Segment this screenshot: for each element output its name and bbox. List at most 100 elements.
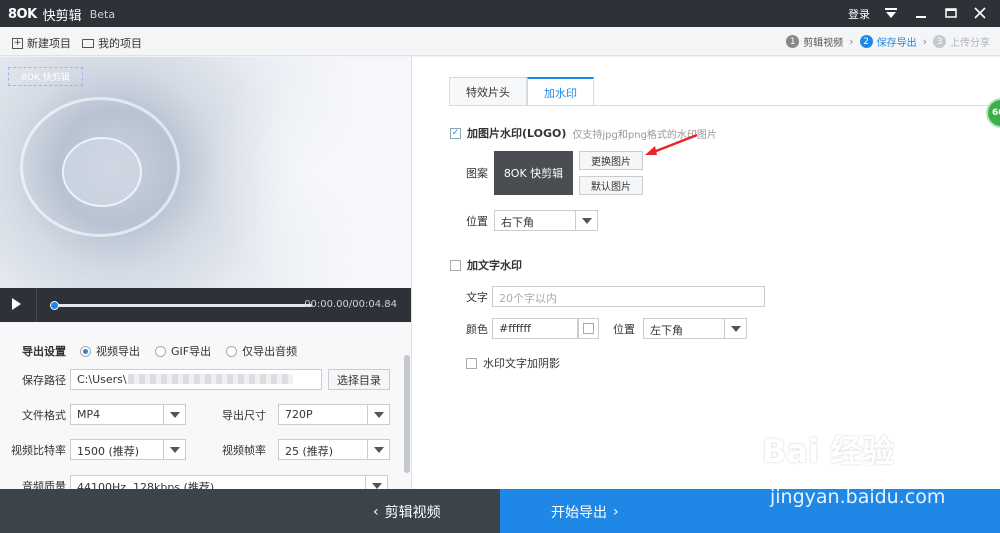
fps-select[interactable]: 25 (推荐) bbox=[278, 439, 390, 460]
export-size-label: 导出尺寸 bbox=[222, 408, 266, 422]
plus-icon: + bbox=[12, 37, 23, 49]
step-share: 3 上传分享 bbox=[933, 34, 990, 49]
login-link[interactable]: 登录 bbox=[848, 6, 870, 22]
tab-watermark[interactable]: 加水印 bbox=[527, 77, 594, 106]
select-value: 25 (推荐) bbox=[285, 445, 334, 458]
file-format-label: 文件格式 bbox=[22, 408, 66, 422]
my-projects-label: 我的项目 bbox=[98, 37, 142, 50]
annotation-arrow-icon bbox=[645, 133, 698, 155]
color-label: 颜色 bbox=[466, 322, 488, 336]
radio-gif-export[interactable]: GIF导出 bbox=[155, 343, 211, 359]
save-path-label: 保存路径 bbox=[22, 373, 66, 387]
image-watermark-checkbox[interactable]: ✓ bbox=[450, 127, 461, 139]
choose-directory-button[interactable]: 选择目录 bbox=[328, 369, 390, 390]
radio-audio-only[interactable]: 仅导出音频 bbox=[226, 343, 297, 359]
tab-divider bbox=[449, 105, 1000, 106]
edit-video-button[interactable]: ‹ 剪辑视频 bbox=[0, 489, 500, 533]
audio-quality-select[interactable]: 44100Hz, 128kbps (推荐) bbox=[70, 475, 388, 489]
baidu-watermark-url: jingyan.baidu.com bbox=[770, 486, 946, 508]
step-export[interactable]: 2 保存导出 bbox=[859, 34, 917, 49]
my-projects-button[interactable]: 我的项目 bbox=[82, 35, 142, 51]
select-value: 右下角 bbox=[501, 216, 534, 229]
chevron-left-icon: ‹ bbox=[373, 504, 379, 520]
maximize-icon[interactable] bbox=[940, 4, 962, 22]
app-beta-label: Beta bbox=[89, 8, 116, 21]
export-size-select[interactable]: 720P bbox=[278, 404, 390, 425]
chevron-down-icon bbox=[367, 405, 389, 424]
close-icon[interactable] bbox=[969, 4, 991, 22]
text-position-select[interactable]: 左下角 bbox=[643, 318, 747, 339]
radio-label: GIF导出 bbox=[171, 345, 212, 358]
title-bar: 8OK 快剪辑 Beta 登录 bbox=[0, 0, 1000, 27]
step-indicator: 1 剪辑视频 › 2 保存导出 › 3 上传分享 bbox=[786, 34, 990, 49]
step-number: 3 bbox=[933, 35, 946, 48]
chevron-down-icon bbox=[724, 319, 746, 338]
chevron-down-icon bbox=[163, 405, 185, 424]
settings-scrollbar[interactable] bbox=[404, 355, 410, 473]
toolbar: + 新建项目 我的项目 1 剪辑视频 › 2 保存导出 › 3 上传分享 bbox=[0, 27, 1000, 56]
logo-preview-image: 8OK 快剪辑 bbox=[494, 151, 573, 195]
image-position-select[interactable]: 右下角 bbox=[494, 210, 598, 231]
logo-icon: 8OK bbox=[8, 7, 37, 22]
baidu-watermark: Bai 经验 bbox=[762, 432, 895, 470]
shadow-checkbox[interactable] bbox=[466, 357, 477, 369]
app-logo: 8OK 快剪辑 Beta bbox=[8, 5, 115, 24]
radio-icon bbox=[155, 345, 166, 357]
replace-image-button[interactable]: 更换图片 bbox=[579, 151, 643, 170]
bitrate-label: 视频比特率 bbox=[11, 443, 66, 457]
watermark-panel: 特效片头 加水印 ✓ 加图片水印(LOGO) 仅支持jpg和png格式的水印图片… bbox=[411, 57, 1000, 489]
text-watermark-checkbox[interactable] bbox=[450, 259, 461, 271]
position-label: 位置 bbox=[466, 214, 488, 228]
text-position-label: 位置 bbox=[613, 322, 635, 336]
preview-splash-center bbox=[62, 137, 142, 207]
minimize-icon[interactable] bbox=[910, 4, 932, 22]
color-input[interactable]: #ffffff bbox=[492, 318, 578, 339]
radio-icon bbox=[226, 345, 238, 357]
select-value: 1500 (推荐) bbox=[77, 445, 140, 458]
audio-quality-label: 音频质量 bbox=[22, 479, 66, 490]
tab-bar: 特效片头 加水印 bbox=[449, 77, 594, 106]
text-watermark-label: 加文字水印 bbox=[467, 259, 522, 272]
progress-knob[interactable] bbox=[50, 301, 59, 310]
chevron-right-icon: › bbox=[922, 35, 927, 48]
edit-video-label: 剪辑视频 bbox=[384, 505, 441, 521]
chevron-right-icon: › bbox=[613, 504, 619, 520]
player-bar: 00:00.00/00:04.84 bbox=[0, 288, 411, 322]
radio-checked-icon bbox=[80, 345, 91, 357]
color-picker[interactable] bbox=[578, 318, 599, 339]
default-image-button[interactable]: 默认图片 bbox=[579, 176, 643, 195]
color-value: #ffffff bbox=[499, 322, 531, 335]
fps-label: 视频帧率 bbox=[222, 443, 266, 457]
select-value: 44100Hz, 128kbps (推荐) bbox=[77, 481, 215, 489]
export-settings-title: 导出设置 bbox=[22, 345, 66, 358]
select-value: MP4 bbox=[77, 408, 101, 421]
new-project-button[interactable]: + 新建项目 bbox=[12, 35, 71, 51]
watermark-text-input[interactable]: 20个字以内 bbox=[492, 286, 765, 307]
chevron-right-icon: › bbox=[849, 35, 854, 48]
redacted-path bbox=[128, 374, 293, 384]
shadow-label: 水印文字加阴影 bbox=[483, 357, 560, 370]
chevron-down-icon bbox=[163, 440, 185, 459]
pattern-label: 图案 bbox=[466, 167, 488, 180]
progress-slider[interactable] bbox=[50, 301, 312, 310]
preview-highlight bbox=[200, 57, 411, 287]
watermark-preview-box[interactable]: 8OK 快剪辑 bbox=[8, 67, 83, 86]
play-icon[interactable] bbox=[12, 298, 21, 310]
step-label: 保存导出 bbox=[876, 38, 917, 49]
tab-intro-effects[interactable]: 特效片头 bbox=[449, 77, 527, 106]
start-export-label: 开始导出 bbox=[551, 505, 607, 521]
step-edit[interactable]: 1 剪辑视频 bbox=[786, 34, 843, 49]
select-value: 720P bbox=[285, 408, 313, 421]
export-settings-panel: 导出设置 视频导出 GIF导出 仅导出音频 保存路径 C:\Users\ 选择目… bbox=[0, 323, 411, 489]
chevron-down-icon bbox=[365, 476, 387, 489]
bitrate-select[interactable]: 1500 (推荐) bbox=[70, 439, 186, 460]
video-preview bbox=[0, 57, 411, 288]
menu-icon[interactable] bbox=[880, 4, 902, 22]
color-swatch bbox=[583, 323, 594, 334]
file-format-select[interactable]: MP4 bbox=[70, 404, 186, 425]
radio-video-export[interactable]: 视频导出 bbox=[80, 343, 140, 359]
image-watermark-label: 加图片水印(LOGO) bbox=[467, 127, 567, 140]
step-label: 剪辑视频 bbox=[803, 38, 844, 49]
radio-label: 仅导出音频 bbox=[242, 345, 298, 358]
folder-icon bbox=[82, 38, 94, 48]
